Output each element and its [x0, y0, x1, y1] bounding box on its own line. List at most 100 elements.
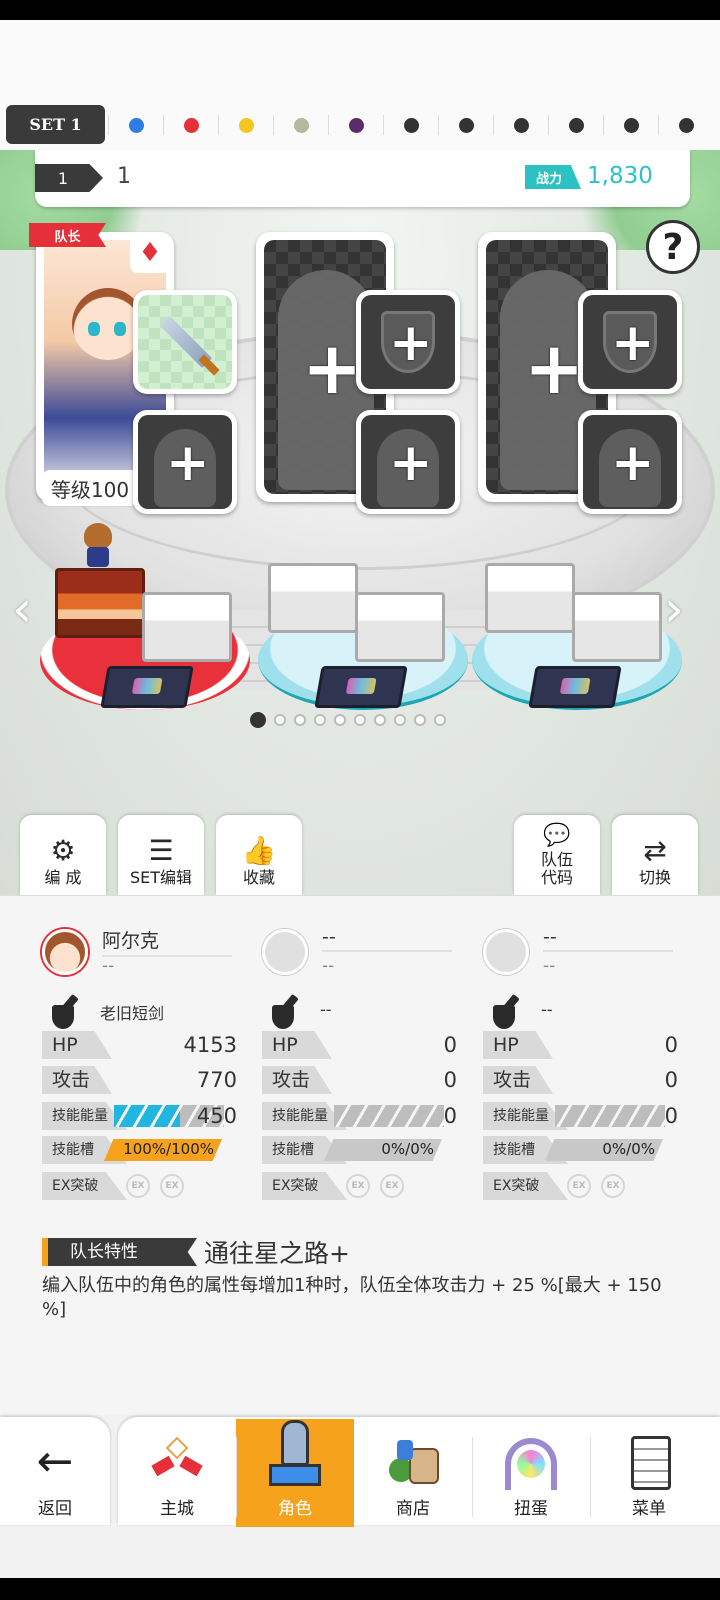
leader-weapon-slot[interactable]	[133, 290, 237, 394]
skill-energy-fill	[114, 1105, 180, 1127]
sprite-body	[87, 547, 109, 567]
chat-bubble-icon: 💬	[543, 823, 571, 848]
nav-item-gacha[interactable]: 扭蛋	[472, 1419, 590, 1527]
town-icon-part	[151, 1455, 175, 1477]
pager-dot[interactable]	[414, 714, 426, 726]
base-tile-icon	[314, 666, 408, 708]
set-edit-button[interactable]: ☰ SET编辑	[118, 815, 204, 895]
skill-slot-row: 技能槽 0%/0%	[483, 1136, 678, 1164]
ex-icon: EX	[567, 1174, 591, 1198]
attack-label: 攻击	[42, 1066, 112, 1094]
next-arrow-icon[interactable]: ›	[664, 580, 684, 638]
avatar[interactable]	[262, 929, 308, 975]
ex-label: EX突破	[262, 1172, 347, 1200]
set-dot-icon	[513, 117, 529, 133]
attack-row: 攻击 0	[262, 1066, 457, 1094]
set-edit-label: SET编辑	[129, 868, 193, 887]
leader-support-slot[interactable]: +	[133, 410, 237, 514]
town-icon	[147, 1434, 207, 1490]
avatar[interactable]	[483, 929, 529, 975]
ex-icon: EX	[601, 1174, 625, 1198]
nav-item-menu[interactable]: 菜单	[590, 1419, 708, 1527]
set-tab-yellow[interactable]	[218, 115, 273, 135]
nav-item-character[interactable]: 角色	[236, 1419, 354, 1527]
member-3-weapon-slot[interactable]: +	[578, 290, 682, 394]
back-button[interactable]: ← 返回	[0, 1417, 110, 1525]
attack-label: 攻击	[483, 1066, 553, 1094]
member-3-support-slot[interactable]: +	[578, 410, 682, 514]
skill-energy-value: 450	[196, 1104, 237, 1128]
pager-dot[interactable]	[394, 714, 406, 726]
help-button[interactable]: ?	[646, 220, 700, 274]
set-dot-icon	[183, 117, 199, 133]
leader-badge: 队长	[29, 223, 106, 247]
swap-icon: ⇄	[643, 834, 667, 867]
menu-icon-part	[631, 1436, 671, 1490]
team-code-button[interactable]: 💬 队伍 代码	[514, 815, 600, 895]
shop-icon-part	[409, 1448, 439, 1484]
pager-dot[interactable]	[274, 714, 286, 726]
attack-label: 攻击	[262, 1066, 332, 1094]
avatar[interactable]	[42, 929, 88, 975]
set-tab-purple[interactable]	[328, 115, 383, 135]
status-bar	[0, 0, 720, 20]
team-number: 1	[35, 164, 103, 192]
formation-button[interactable]: ⚙ 编 成	[20, 815, 106, 895]
skill-energy-row: 技能能量 0	[483, 1102, 678, 1130]
member-2-support-slot[interactable]: +	[356, 410, 460, 514]
ex-row: EX突破 EX EX	[483, 1172, 678, 1200]
weapon-row: --	[262, 991, 472, 1031]
member-subtitle: --	[543, 956, 556, 976]
set-tab-blue[interactable]	[108, 115, 163, 135]
hp-label: HP	[262, 1031, 332, 1059]
member-2-weapon-slot[interactable]: +	[356, 290, 460, 394]
attack-value: 770	[196, 1068, 237, 1092]
prev-arrow-icon[interactable]: ‹	[12, 580, 32, 638]
skill-energy-row: 技能能量 450	[42, 1102, 237, 1130]
set-tab-active[interactable]: SET 1	[6, 105, 105, 144]
nav-item-shop[interactable]: 商店	[354, 1419, 472, 1527]
set-tab-8[interactable]	[493, 115, 548, 135]
leader-level: 等级100	[42, 470, 138, 506]
leader-trait-name: 通往星之路+	[204, 1239, 350, 1268]
skill-energy-row: 技能能量 0	[262, 1102, 457, 1130]
set-dot-icon	[458, 117, 474, 133]
hp-label: HP	[42, 1031, 112, 1059]
set-tab-9[interactable]	[548, 115, 603, 135]
ex-row: EX突破 EX EX	[262, 1172, 457, 1200]
weapon-name: --	[541, 1000, 553, 1019]
switch-button[interactable]: ⇄ 切换	[612, 815, 698, 895]
member-name: 阿尔克	[102, 926, 232, 957]
team-header: 1 1 战力 1,830	[35, 150, 690, 207]
nav-item-town[interactable]: 主城	[118, 1419, 236, 1527]
pager-dot[interactable]	[434, 714, 446, 726]
weapon-shield-icon	[491, 993, 527, 1029]
set-tab-khaki[interactable]	[273, 115, 328, 135]
favorite-button[interactable]: 👍 收藏	[216, 815, 302, 895]
power-label: 战力	[525, 165, 581, 189]
set-tab-10[interactable]	[603, 115, 658, 135]
team-name[interactable]: 1	[117, 164, 131, 189]
set-tab-6[interactable]	[383, 115, 438, 135]
set-tab-7[interactable]	[438, 115, 493, 135]
town-icon-part	[179, 1455, 203, 1477]
sprite-head	[84, 523, 112, 549]
set-tab-red[interactable]	[163, 115, 218, 135]
system-nav-bar	[0, 1578, 720, 1600]
set-dot-icon	[128, 117, 144, 133]
skill-slot-row: 技能槽 100%/100%	[42, 1136, 237, 1164]
cake-block-icon	[55, 568, 145, 638]
pager-dot[interactable]	[314, 714, 326, 726]
base-tile-icon	[528, 666, 622, 708]
pager-dot[interactable]	[354, 714, 366, 726]
pager-dot[interactable]	[250, 712, 266, 728]
ex-label: EX突破	[483, 1172, 568, 1200]
back-label: 返回	[38, 1499, 72, 1519]
white-block-icon	[268, 563, 358, 633]
pager-dot[interactable]	[334, 714, 346, 726]
skill-slot-bar: 0%/0%	[545, 1139, 663, 1161]
set-tab-11[interactable]	[658, 115, 713, 135]
nav-label: 商店	[396, 1499, 430, 1519]
pager-dot[interactable]	[294, 714, 306, 726]
pager-dot[interactable]	[374, 714, 386, 726]
